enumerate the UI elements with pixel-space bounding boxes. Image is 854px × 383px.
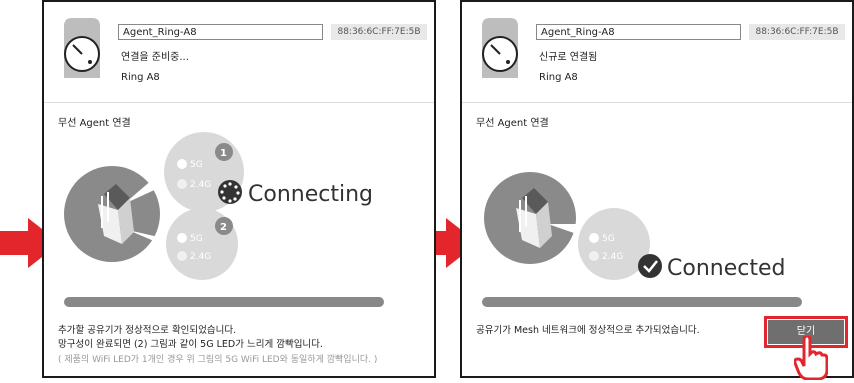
connecting-illustration: 5G 2.4G 1 5G 2.4G 2 Connecting — [64, 132, 373, 280]
device-model: Ring A8 — [121, 72, 160, 83]
progress-bar — [482, 297, 802, 307]
connected-panel: Agent_Ring-A8 88:36:6C:FF:7E:5B 신규로 연결됨 … — [460, 0, 854, 380]
band-5g-label: 5G — [602, 234, 615, 244]
connection-status: 연결을 준비중... — [121, 52, 189, 63]
band-5g-label-1: 5G — [190, 160, 203, 170]
connected-status-text: Connected — [667, 256, 785, 281]
connecting-status-text: Connecting — [248, 182, 373, 207]
band-24g-label-1: 2.4G — [190, 180, 211, 190]
router-device-icon — [64, 18, 100, 78]
section-label: 무선 Agent 연결 — [476, 118, 549, 129]
device-header: Agent_Ring-A8 88:36:6C:FF:7E:5B 연결을 준비중.… — [44, 2, 434, 103]
message-note: ( 제품의 WiFi LED가 1개인 경우 위 그림의 5G WiFi LED… — [58, 355, 378, 365]
connection-status: 신규로 연결됨 — [539, 52, 598, 63]
check-circle-icon — [638, 254, 662, 278]
band-24g-label-2: 2.4G — [190, 252, 211, 262]
mac-address: 88:36:6C:FF:7E:5B — [331, 24, 427, 40]
message-line-2: 망구성이 완료되면 (2) 그림과 같이 5G LED가 느리게 깜빡입니다. — [58, 339, 323, 350]
step-2-badge: 2 — [220, 222, 227, 233]
device-model: Ring A8 — [539, 72, 578, 83]
pointing-hand-cursor-icon — [794, 336, 828, 380]
loading-spinner-icon — [218, 180, 242, 204]
band-24g-label: 2.4G — [602, 252, 623, 262]
router-device-icon — [482, 18, 518, 78]
connected-illustration: 5G 2.4G Connected — [484, 172, 785, 281]
device-name-field[interactable]: Agent_Ring-A8 — [118, 24, 323, 40]
connecting-panel: Agent_Ring-A8 88:36:6C:FF:7E:5B 연결을 준비중.… — [42, 0, 436, 378]
device-header: Agent_Ring-A8 88:36:6C:FF:7E:5B 신규로 연결됨 … — [462, 2, 852, 103]
device-name-field[interactable]: Agent_Ring-A8 — [536, 24, 741, 40]
section-label: 무선 Agent 연결 — [58, 118, 131, 129]
band-5g-label-2: 5G — [190, 234, 203, 244]
success-message: 공유기가 Mesh 네트워크에 정상적으로 추가되었습니다. — [476, 325, 700, 336]
progress-bar — [64, 297, 384, 307]
message-line-1: 추가할 공유기가 정상적으로 확인되었습니다. — [58, 325, 237, 336]
step-1-badge: 1 — [220, 148, 227, 159]
mac-address: 88:36:6C:FF:7E:5B — [749, 24, 845, 40]
